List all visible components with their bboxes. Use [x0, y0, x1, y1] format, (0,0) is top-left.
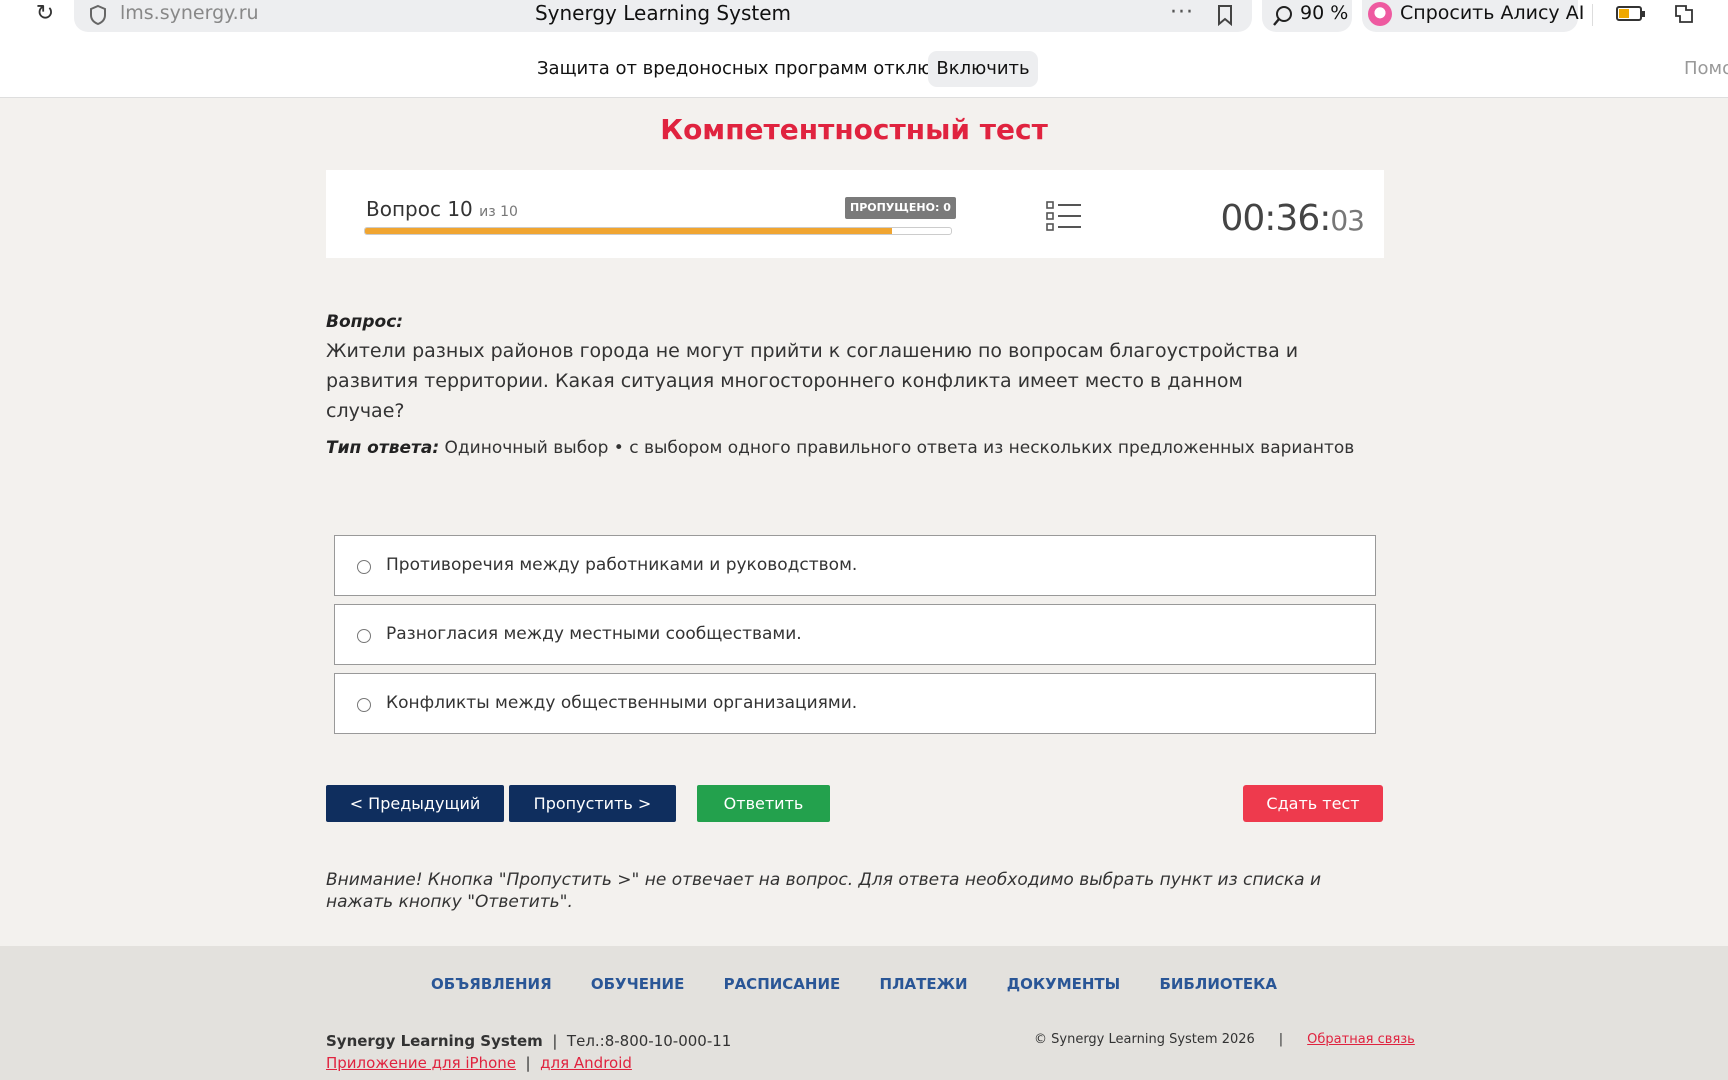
- reload-icon[interactable]: ↻: [32, 2, 58, 28]
- footer-brand: Synergy Learning System | Тел.:8-800-10-…: [326, 1032, 731, 1050]
- bookmark-icon[interactable]: [1216, 4, 1234, 26]
- feedback-link[interactable]: Обратная связь: [1307, 1032, 1415, 1047]
- question-text: Жители разных районов города не могут пр…: [326, 340, 1299, 422]
- footer-divider: |: [547, 1032, 563, 1050]
- radio-icon[interactable]: [357, 698, 371, 712]
- footer-phone: Тел.:8-800-10-000-11: [566, 1032, 732, 1050]
- skip-button[interactable]: Пропустить >: [509, 785, 676, 822]
- footer: ОБЪЯВЛЕНИЯ ОБУЧЕНИЕ РАСПИСАНИЕ ПЛАТЕЖИ Д…: [0, 946, 1728, 1080]
- option-text[interactable]: Конфликты между общественными организаци…: [386, 693, 857, 713]
- question-label: Вопрос:: [326, 312, 404, 332]
- alice-label: Спросить Алису AI: [1400, 2, 1585, 24]
- address-bar[interactable]: lms.synergy.ru Synergy Learning System ·…: [74, 0, 1252, 32]
- test-status-panel: Вопрос 10 из 10 ПРОПУЩЕНО: 0 00:36:03: [326, 170, 1384, 258]
- zoom-level: 90 %: [1300, 2, 1349, 24]
- battery-icon[interactable]: [1616, 6, 1645, 21]
- alice-icon: [1368, 2, 1392, 26]
- page-title: Synergy Learning System: [534, 1, 792, 25]
- footer-divider: |: [520, 1054, 536, 1072]
- answer-type: Тип ответа: Одиночный выбор • с выбором …: [326, 438, 1354, 458]
- skip-warning: Внимание! Кнопка "Пропустить >" не отвеч…: [326, 870, 1322, 912]
- answer-type-label: Тип ответа:: [326, 438, 440, 458]
- footer-nav-documents[interactable]: ДОКУМЕНТЫ: [1007, 975, 1120, 993]
- progress-bar: [364, 227, 952, 235]
- android-app-link[interactable]: для Android: [540, 1054, 632, 1072]
- option-text[interactable]: Противоречия между работниками и руковод…: [386, 555, 857, 575]
- zoom-icon: [1273, 6, 1292, 26]
- enable-protection-button[interactable]: Включить: [928, 51, 1038, 87]
- footer-apps: Приложение для iPhone | для Android: [326, 1054, 632, 1072]
- answer-option[interactable]: Разногласия между местными сообществами.: [334, 604, 1376, 665]
- footer-nav-payments[interactable]: ПЛАТЕЖИ: [880, 975, 968, 993]
- iphone-app-link[interactable]: Приложение для iPhone: [326, 1054, 516, 1072]
- zoom-indicator[interactable]: 90 %: [1262, 0, 1352, 32]
- question-counter: Вопрос 10 из 10: [366, 197, 518, 221]
- protection-message: Защита от вредоносных программ отключена: [537, 58, 977, 79]
- footer-nav-announcements[interactable]: ОБЪЯВЛЕНИЯ: [431, 975, 552, 993]
- more-dots-icon[interactable]: ···: [1170, 0, 1194, 25]
- help-link[interactable]: Помо: [1684, 58, 1728, 79]
- countdown-timer: 00:36:03: [1220, 198, 1365, 239]
- footer-nav-learning[interactable]: ОБУЧЕНИЕ: [591, 975, 684, 993]
- question-list-icon[interactable]: [1046, 200, 1082, 232]
- answer-option[interactable]: Конфликты между общественными организаци…: [334, 673, 1376, 734]
- footer-copyright: © Synergy Learning System 2026 | Обратная …: [1034, 1032, 1415, 1047]
- footer-nav: ОБЪЯВЛЕНИЯ ОБУЧЕНИЕ РАСПИСАНИЕ ПЛАТЕЖИ Д…: [0, 975, 1708, 993]
- question-total: из 10: [479, 204, 518, 220]
- test-title: Компетентностный тест: [660, 113, 1048, 146]
- answer-type-value: Одиночный выбор • с выбором одного прави…: [439, 438, 1355, 458]
- footer-nav-schedule[interactable]: РАСПИСАНИЕ: [724, 975, 841, 993]
- footer-divider: |: [1278, 1032, 1284, 1047]
- answer-button[interactable]: Ответить: [697, 785, 830, 822]
- radio-icon[interactable]: [357, 629, 371, 643]
- copyright-text: © Synergy Learning System 2026: [1034, 1032, 1255, 1047]
- extension-icon[interactable]: [1672, 2, 1696, 26]
- timer-seconds: 03: [1330, 204, 1365, 237]
- alice-button[interactable]: Спросить Алису AI: [1362, 0, 1584, 32]
- answer-options: Противоречия между работниками и руковод…: [334, 535, 1376, 742]
- answer-option[interactable]: Противоречия между работниками и руковод…: [334, 535, 1376, 596]
- previous-button[interactable]: < Предыдущий: [326, 785, 504, 822]
- submit-test-button[interactable]: Сдать тест: [1243, 785, 1383, 822]
- radio-icon[interactable]: [357, 560, 371, 574]
- protection-banner: Защита от вредоносных программ отключена…: [0, 32, 1728, 98]
- skipped-badge: ПРОПУЩЕНО: 0: [845, 197, 956, 219]
- toolbar-divider: [1592, 4, 1593, 26]
- footer-brand-name: Synergy Learning System: [326, 1032, 543, 1050]
- timer-main: 00:36:: [1220, 198, 1331, 239]
- question-number: Вопрос 10: [366, 197, 473, 221]
- progress-fill: [365, 228, 893, 234]
- footer-nav-library[interactable]: БИБЛИОТЕКА: [1159, 975, 1277, 993]
- browser-toolbar: ↻ lms.synergy.ru Synergy Learning System…: [0, 0, 1728, 32]
- option-text[interactable]: Разногласия между местными сообществами.: [386, 624, 802, 644]
